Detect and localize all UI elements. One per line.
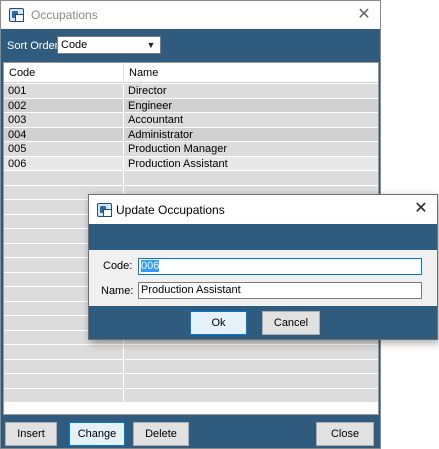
cell-name: Director xyxy=(128,85,167,97)
cell-code: 005 xyxy=(8,143,27,155)
empty-row xyxy=(4,171,378,186)
app-window-icon xyxy=(9,8,24,22)
app-window-icon xyxy=(97,203,112,217)
column-header-code[interactable]: Code xyxy=(9,67,35,79)
column-header-name[interactable]: Name xyxy=(129,67,158,79)
chevron-down-icon[interactable]: ▼ xyxy=(145,38,157,52)
empty-row xyxy=(4,388,378,403)
cell-code: 001 xyxy=(8,85,27,97)
grid-header: Code Name xyxy=(4,63,378,83)
cell-name: Engineer xyxy=(128,99,173,112)
table-row-selected[interactable]: 006 Production Assistant xyxy=(4,156,378,171)
dialog-titlebar[interactable]: Update Occupations ✕ xyxy=(89,195,437,224)
cell-name: Accountant xyxy=(128,114,184,126)
table-row[interactable]: 004 Administrator xyxy=(4,127,378,142)
window-title: Occupations xyxy=(31,8,98,22)
table-row[interactable]: 002 Engineer xyxy=(4,98,378,113)
cell-name: Administrator xyxy=(128,128,193,141)
dialog-title: Update Occupations xyxy=(116,203,225,217)
close-button[interactable]: Close xyxy=(316,422,374,446)
sort-order-select[interactable]: Code ▼ xyxy=(57,36,161,54)
cancel-button[interactable]: Cancel xyxy=(262,311,320,335)
table-row[interactable]: 005 Production Manager xyxy=(4,142,378,157)
cell-code: 004 xyxy=(8,128,27,141)
sort-order-value: Code xyxy=(61,39,88,51)
update-occupations-dialog: Update Occupations ✕ Code: 006 Name: Pro… xyxy=(88,194,438,340)
code-value: 006 xyxy=(141,260,160,272)
name-label: Name: xyxy=(101,285,134,297)
code-field[interactable]: 006 xyxy=(138,258,422,275)
main-titlebar[interactable]: Occupations ✕ xyxy=(1,1,380,29)
empty-row xyxy=(4,359,378,374)
cell-code: 002 xyxy=(8,99,27,112)
ok-button[interactable]: Ok xyxy=(190,311,247,335)
close-icon[interactable]: ✕ xyxy=(411,199,431,219)
code-label: Code: xyxy=(103,260,133,272)
cell-code: 003 xyxy=(8,114,27,126)
close-icon[interactable]: ✕ xyxy=(354,5,374,25)
table-row[interactable]: 001 Director xyxy=(4,84,378,99)
change-button[interactable]: Change xyxy=(69,422,125,446)
cell-name: Production Assistant xyxy=(128,157,228,170)
sort-order-label: Sort Order xyxy=(7,40,59,52)
cell-name: Production Manager xyxy=(128,143,228,155)
cell-code: 006 xyxy=(8,157,27,170)
dialog-form: Code: 006 Name: Production Assistant xyxy=(89,250,437,306)
delete-button[interactable]: Delete xyxy=(133,422,189,446)
empty-row xyxy=(4,345,378,360)
empty-row xyxy=(4,374,378,389)
insert-button[interactable]: Insert xyxy=(5,422,57,446)
name-value: Production Assistant xyxy=(141,284,241,296)
table-row[interactable]: 003 Accountant xyxy=(4,113,378,128)
name-field[interactable]: Production Assistant xyxy=(138,282,422,299)
